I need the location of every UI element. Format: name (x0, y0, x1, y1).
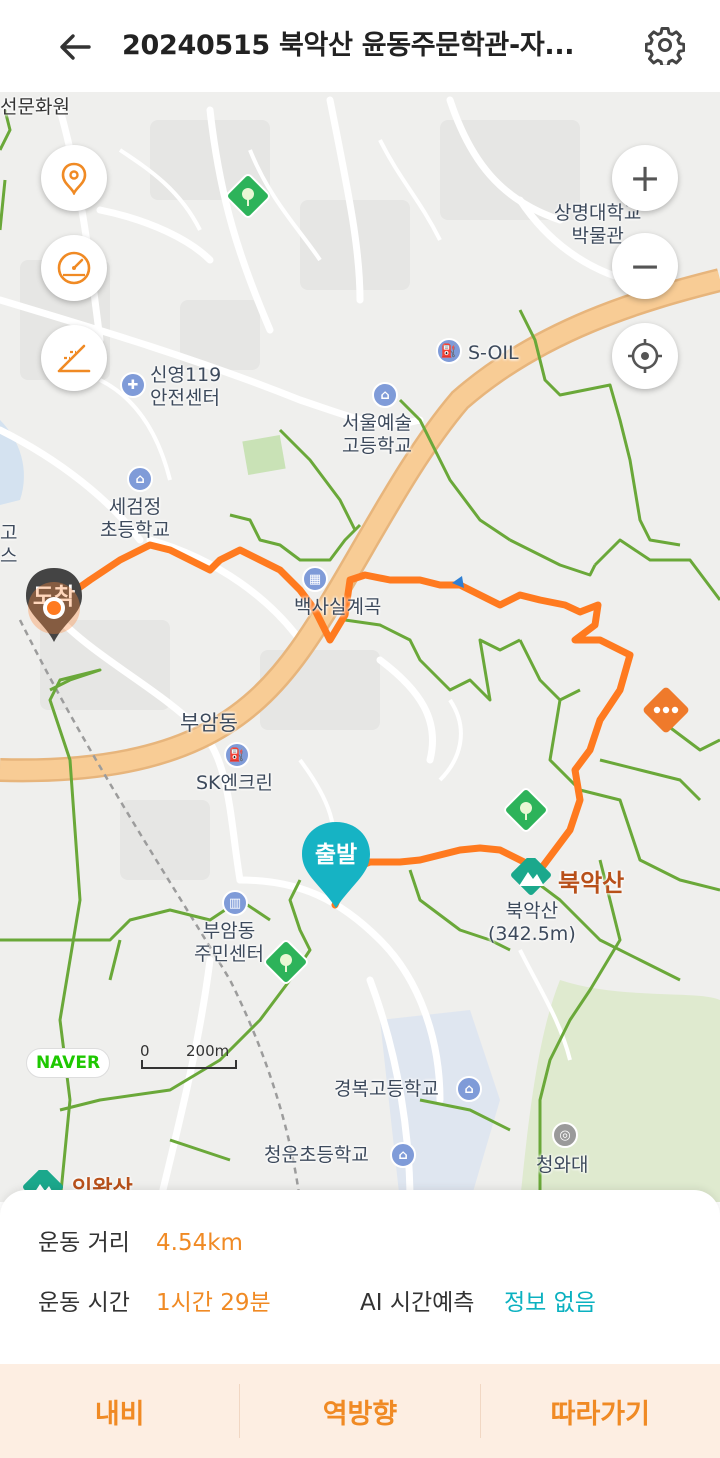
map-view[interactable]: 선문화원 ✚ 신영119 안전센터 ⌂ 세검정 초등학교 ⌂ 서울예술 고등학교… (0, 92, 720, 1202)
map-label-bukaksan: 북악산 (558, 869, 625, 897)
map-label-cheongwadae: 청와대 (536, 1154, 589, 1176)
map-label-arts-school: 서울예술 고등학교 (342, 412, 412, 457)
departure-pin-label: 출발 (314, 842, 358, 868)
speed-button[interactable] (41, 235, 107, 301)
app-header: 20240515 북악산 윤동주문학관-자... (0, 0, 720, 92)
reverse-button[interactable]: 역방향 (240, 1364, 479, 1458)
mountain-peak-icon (511, 858, 551, 895)
forest-marker-icon (226, 174, 270, 218)
current-location-button[interactable] (612, 323, 678, 389)
settings-button[interactable] (642, 22, 688, 68)
action-bar: 내비 역방향 따라가기 (0, 1364, 720, 1458)
map-label-segeomjeong-school: 세검정 초등학교 (100, 496, 170, 541)
gas-station-icon: ⛽ (224, 742, 250, 768)
distance-label: 운동 거리 (38, 1230, 130, 1256)
map-pin-icon (61, 162, 87, 195)
arrival-point-icon (28, 582, 80, 634)
map-label-gyeongbok-school: 경복고등학교 (334, 1078, 439, 1100)
zoom-in-label: + (629, 156, 661, 200)
school-icon: ⌂ (372, 382, 398, 408)
map-label-fire-station: 신영119 안전센터 (150, 364, 222, 409)
landmark-icon: ▦ (302, 566, 328, 592)
fire-station-icon: ✚ (120, 372, 146, 398)
government-icon: ▥ (222, 890, 248, 916)
map-label-soil: S-OIL (468, 342, 519, 364)
gas-station-icon: ⛽ (436, 338, 462, 364)
gear-icon (645, 27, 685, 65)
follow-button[interactable]: 따라가기 (481, 1364, 720, 1458)
forest-marker-icon (504, 788, 548, 832)
ai-prediction-value: 정보 없음 (504, 1290, 596, 1316)
slope-button[interactable] (41, 325, 107, 391)
school-icon: ⌂ (127, 466, 153, 492)
scale-zero: 0 (140, 1042, 150, 1060)
map-label-buam: 부암동 (180, 711, 238, 735)
stats-panel: 운동 거리 4.54km 운동 시간 1시간 29분 AI 시간예측 정보 없음 (0, 1190, 720, 1366)
zoom-in-button[interactable]: + (612, 145, 678, 211)
distance-value: 4.54km (156, 1230, 243, 1256)
scale-bar (141, 1060, 237, 1069)
zoom-out-label: − (629, 244, 661, 288)
map-label-baeksa: 백사실계곡 (294, 596, 382, 618)
map-label-cheongun-school: 청운초등학교 (264, 1144, 369, 1166)
waypoint-more-icon[interactable] (638, 682, 694, 738)
map-label-community-center: 부암동 주민센터 (194, 920, 264, 965)
school-icon: ⌂ (390, 1142, 416, 1168)
slope-icon (57, 344, 91, 373)
map-label-left-cut: 고 스 (0, 522, 18, 567)
back-button[interactable] (52, 24, 98, 70)
scale-distance: 200m (186, 1042, 230, 1060)
ai-prediction-label: AI 시간예측 (360, 1290, 475, 1316)
crosshair-icon (628, 339, 662, 373)
navi-button[interactable]: 내비 (0, 1364, 239, 1458)
forest-marker-icon (264, 940, 308, 984)
map-label-sk: SK엔크린 (196, 772, 273, 794)
school-icon: ⌂ (456, 1076, 482, 1102)
location-pin-button[interactable] (41, 145, 107, 211)
map-label-bukaksan-height: 북악산 (342.5m) (488, 900, 576, 945)
time-value: 1시간 29분 (156, 1290, 271, 1316)
page-title: 20240515 북악산 윤동주문학관-자... (122, 30, 575, 61)
speedometer-icon (57, 251, 91, 285)
zoom-out-button[interactable]: − (612, 233, 678, 299)
naver-logo: NAVER (26, 1048, 110, 1078)
landmark-icon: ◎ (552, 1122, 578, 1148)
arrow-left-icon (60, 34, 91, 60)
map-label-culture-center: 선문화원 (0, 96, 70, 118)
time-label: 운동 시간 (38, 1290, 130, 1316)
